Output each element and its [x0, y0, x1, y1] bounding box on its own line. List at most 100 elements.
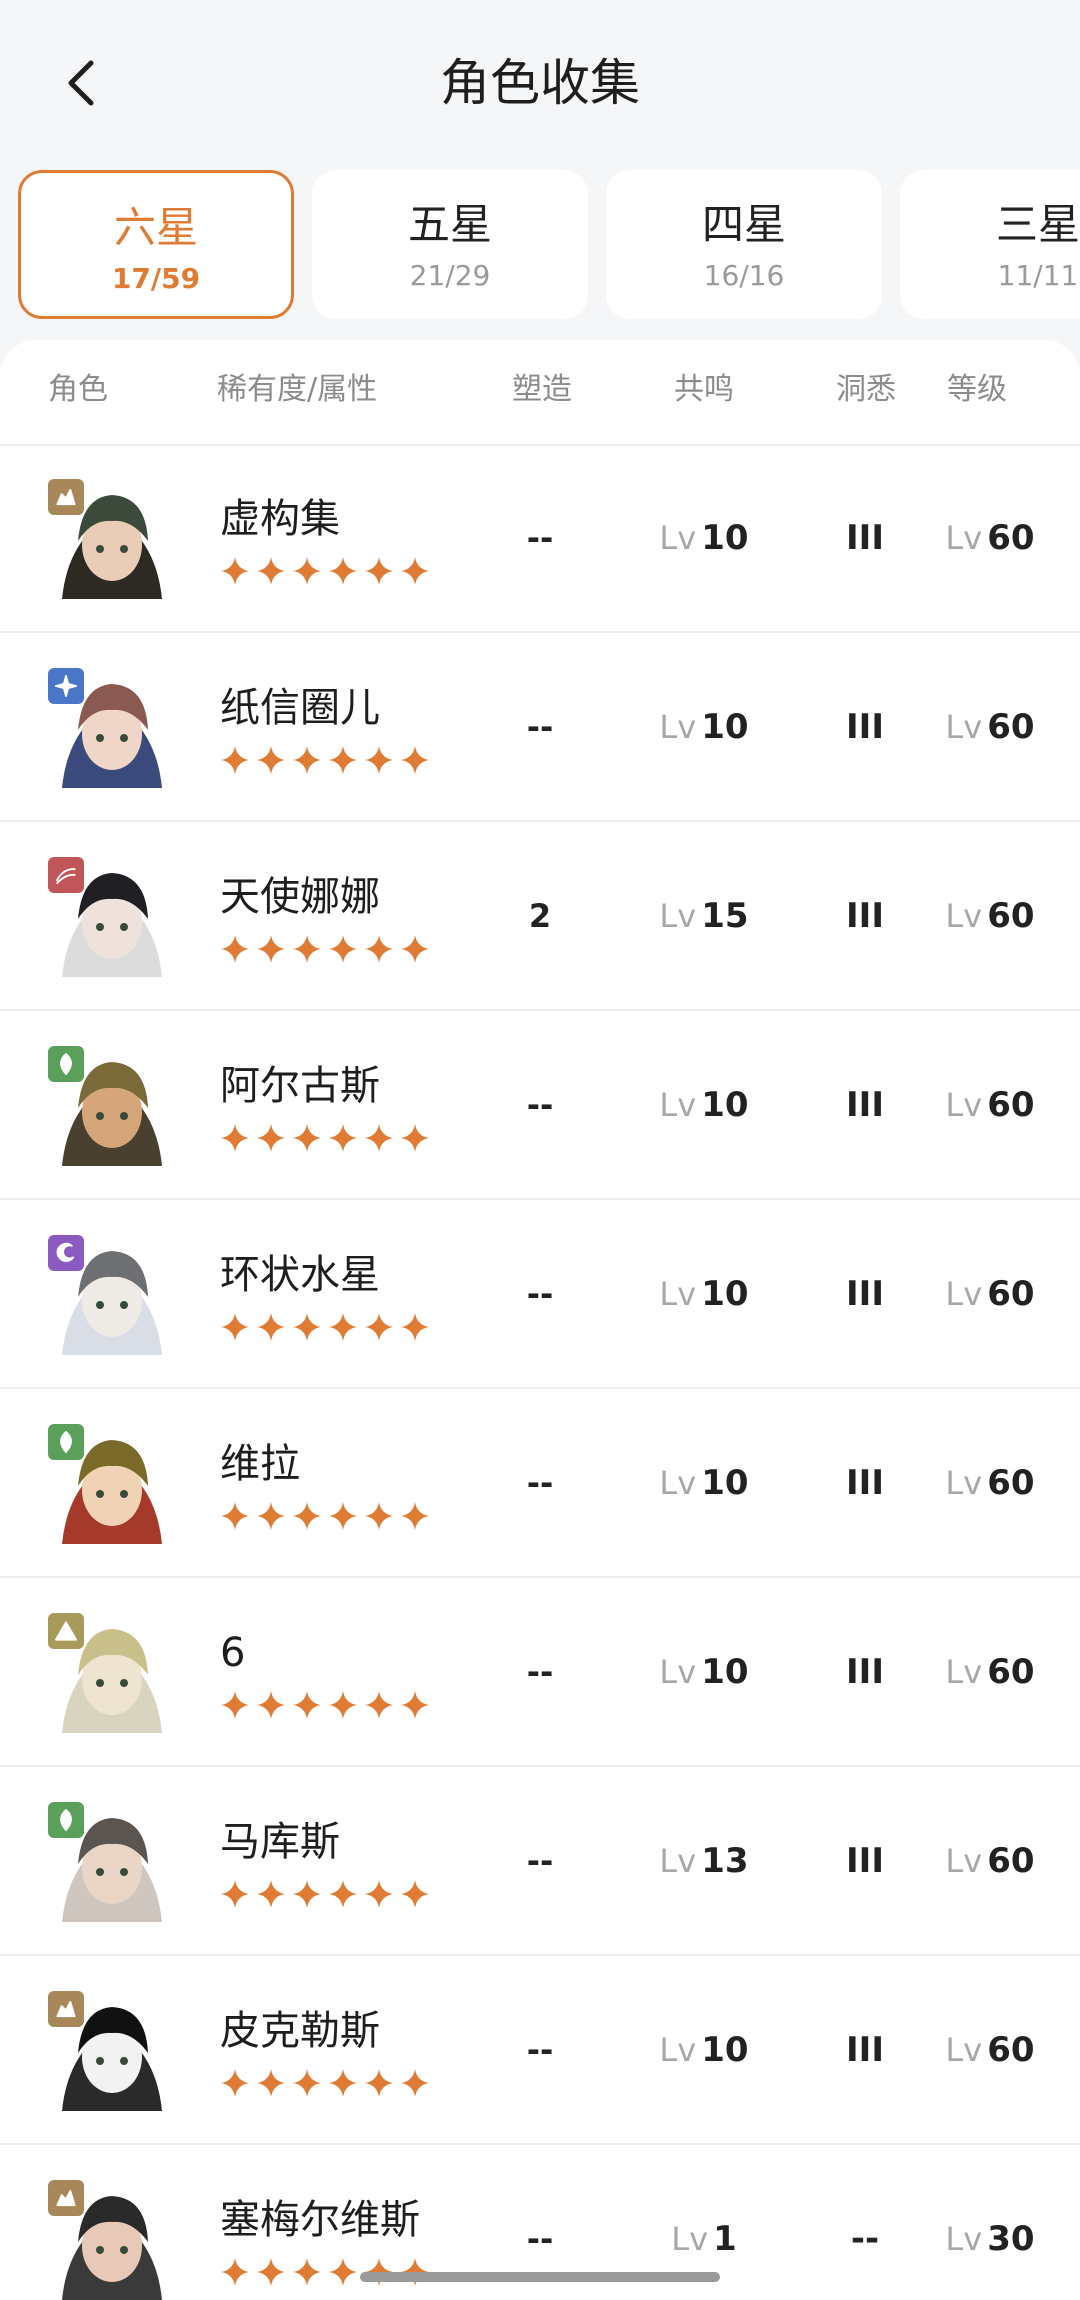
character-row[interactable]: 马库斯 -- Lv 13 III Lv 60 — [0, 1767, 1080, 1956]
insight-value: III — [846, 1463, 884, 1503]
level-value: 60 — [987, 1274, 1035, 1314]
resonance-value: 10 — [701, 1085, 749, 1125]
beast-icon — [48, 1991, 84, 2027]
character-row[interactable]: 天使娜娜 2 Lv 15 III Lv 60 — [0, 822, 1080, 1011]
resonance-prefix: Lv — [659, 2031, 697, 2069]
insight-value: III — [846, 2030, 884, 2070]
star-icon — [257, 1313, 285, 1341]
star-icon — [365, 1880, 393, 1908]
resonance-prefix: Lv — [659, 708, 697, 746]
character-table: 角色 稀有度/属性 塑造 共鸣 洞悉 等级 虚构集 -- Lv 10 III Lv 60… — [0, 340, 1080, 2300]
resonance-prefix: Lv — [659, 897, 697, 935]
star-icon — [365, 1691, 393, 1719]
wave-icon — [48, 857, 84, 893]
star-icon — [329, 746, 357, 774]
character-name: 皮克勒斯 — [220, 2008, 380, 2054]
resonance-level: Lv 10 — [640, 701, 768, 759]
column-header-shaping: 塑造 — [512, 372, 572, 407]
character-row[interactable]: 阿尔古斯 -- Lv 10 III Lv 60 — [0, 1011, 1080, 1200]
rarity-stars — [220, 745, 430, 775]
resonance-prefix: Lv — [659, 1842, 697, 1880]
tab-count: 16/16 — [703, 259, 785, 292]
character-row[interactable]: 6 -- Lv 10 III Lv 60 — [0, 1578, 1080, 1767]
beast-icon — [48, 2180, 84, 2216]
resonance-prefix: Lv — [659, 519, 697, 557]
shaping-value: 2 — [528, 897, 552, 935]
column-header-level: 等级 — [947, 372, 1007, 407]
character-level: Lv 60 — [930, 1835, 1050, 1893]
character-name: 环状水星 — [220, 1252, 380, 1298]
rarity-stars — [220, 934, 430, 964]
star-icon — [401, 746, 429, 774]
character-level: Lv 60 — [930, 1079, 1050, 1137]
resonance-prefix: Lv — [659, 1464, 697, 1502]
tab-count: 21/29 — [409, 259, 491, 292]
tab-count: 17/59 — [111, 262, 201, 295]
star-icon — [329, 1124, 357, 1152]
star-icon — [365, 1124, 393, 1152]
star-icon — [257, 557, 285, 585]
level-prefix: Lv — [945, 1842, 983, 1880]
character-row[interactable]: 环状水星 -- Lv 10 III Lv 60 — [0, 1200, 1080, 1389]
level-prefix: Lv — [945, 1653, 983, 1691]
star-icon — [365, 935, 393, 963]
shaping-value: -- — [526, 519, 554, 557]
resonance-value: 1 — [713, 2219, 737, 2259]
shaping-value: -- — [526, 1275, 554, 1313]
level-value: 60 — [987, 1841, 1035, 1881]
shaping-value: -- — [526, 708, 554, 746]
level-value: 60 — [987, 1652, 1035, 1692]
home-indicator[interactable] — [360, 2272, 720, 2282]
insight-value: -- — [850, 2219, 880, 2259]
character-row[interactable]: 维拉 -- Lv 10 III Lv 60 — [0, 1389, 1080, 1578]
rarity-stars — [220, 1501, 430, 1531]
star-icon — [257, 746, 285, 774]
level-value: 60 — [987, 518, 1035, 558]
resonance-value: 10 — [701, 2030, 749, 2070]
shaping-value: -- — [526, 1653, 554, 1691]
insight-value: III — [846, 1085, 884, 1125]
resonance-value: 10 — [701, 1274, 749, 1314]
star-sparkle-icon — [48, 668, 84, 704]
star-icon — [221, 1502, 249, 1530]
tab-six-star[interactable]: 六星 17/59 — [18, 170, 294, 319]
insight-value: III — [846, 707, 884, 747]
character-row[interactable]: 皮克勒斯 -- Lv 10 III Lv 60 — [0, 1956, 1080, 2145]
star-icon — [293, 1691, 321, 1719]
star-icon — [401, 1691, 429, 1719]
tab-three-star[interactable]: 三星 11/11 — [900, 170, 1080, 319]
resonance-level: Lv 10 — [640, 1646, 768, 1704]
resonance-prefix: Lv — [659, 1086, 697, 1124]
shaping-value: -- — [526, 2220, 554, 2258]
level-value: 60 — [987, 2030, 1035, 2070]
resonance-value: 10 — [701, 707, 749, 747]
resonance-prefix: Lv — [671, 2220, 708, 2258]
level-value: 60 — [987, 707, 1035, 747]
star-icon — [329, 935, 357, 963]
column-header-row: 角色 稀有度/属性 塑造 共鸣 洞悉 等级 — [0, 340, 1080, 446]
star-icon — [221, 1691, 249, 1719]
star-icon — [365, 2069, 393, 2097]
star-icon — [401, 935, 429, 963]
star-icon — [257, 935, 285, 963]
star-icon — [257, 1691, 285, 1719]
character-level: Lv 60 — [930, 512, 1050, 570]
character-row[interactable]: 纸信圈儿 -- Lv 10 III Lv 60 — [0, 633, 1080, 822]
character-row[interactable]: 虚构集 -- Lv 10 III Lv 60 — [0, 444, 1080, 633]
star-icon — [329, 1880, 357, 1908]
star-icon — [365, 557, 393, 585]
star-icon — [401, 1502, 429, 1530]
character-name: 阿尔古斯 — [220, 1063, 380, 1109]
star-icon — [257, 2258, 285, 2286]
tab-label: 五星 — [407, 200, 492, 249]
star-icon — [221, 1880, 249, 1908]
rarity-stars — [220, 1879, 430, 1909]
insight-value: III — [846, 1841, 884, 1881]
tab-four-star[interactable]: 四星 16/16 — [606, 170, 882, 319]
character-name: 虚构集 — [220, 496, 340, 542]
tab-five-star[interactable]: 五星 21/29 — [312, 170, 588, 319]
star-icon — [293, 1502, 321, 1530]
star-icon — [293, 935, 321, 963]
level-prefix: Lv — [945, 897, 983, 935]
page-title: 角色收集 — [440, 54, 640, 112]
